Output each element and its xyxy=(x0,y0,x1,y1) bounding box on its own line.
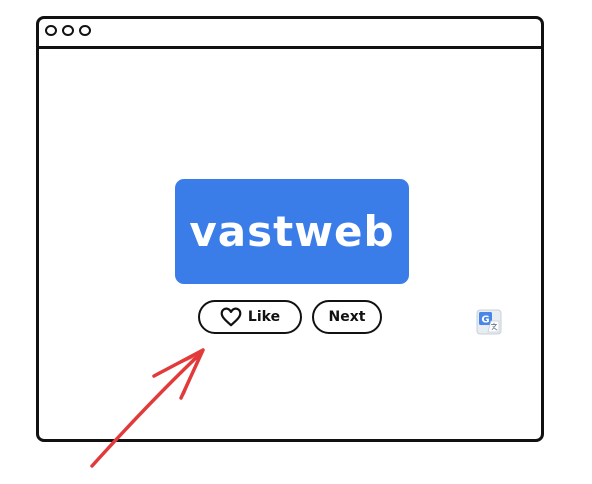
window-maximize-control[interactable] xyxy=(79,25,91,36)
site-logo: vastweb xyxy=(175,179,409,284)
site-logo-text: vastweb xyxy=(189,207,395,256)
window-controls xyxy=(45,25,91,36)
next-button[interactable]: Next xyxy=(312,300,382,334)
like-button[interactable]: Like xyxy=(198,300,302,334)
heart-icon xyxy=(220,307,242,327)
browser-window: vastweb Like Next G xyxy=(36,16,544,442)
svg-text:G: G xyxy=(481,315,489,326)
google-translate-icon[interactable]: G xyxy=(476,309,502,335)
next-button-label: Next xyxy=(328,309,366,325)
window-close-control[interactable] xyxy=(45,25,57,36)
window-minimize-control[interactable] xyxy=(62,25,74,36)
like-button-label: Like xyxy=(247,309,281,325)
window-titlebar xyxy=(39,19,541,49)
